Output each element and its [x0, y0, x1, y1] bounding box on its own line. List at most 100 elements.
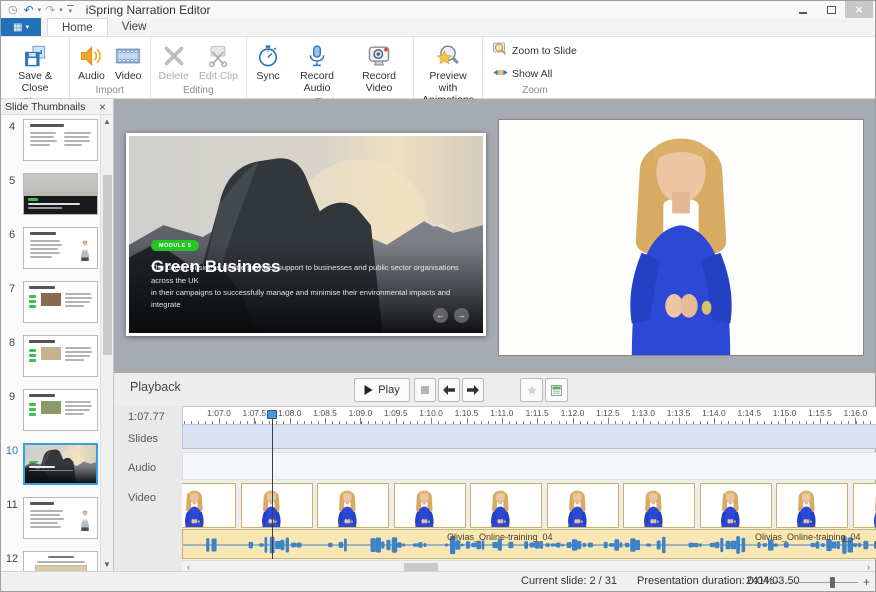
preview-with-animations-button[interactable]: Preview with Animations: [417, 40, 479, 108]
show-all-button[interactable]: Show All: [490, 64, 580, 84]
slide-thumbnail[interactable]: [23, 227, 98, 269]
zoom-level: 241%: [746, 575, 774, 587]
video-frame-thumbnail[interactable]: [700, 483, 772, 528]
slide-thumbnail[interactable]: [23, 173, 98, 215]
star-icon: [527, 385, 537, 395]
ruler-tick-label: 1:09.5: [384, 408, 408, 418]
next-button[interactable]: [462, 378, 484, 402]
slide-thumbnail-list: 4 5 67891011 12: [1, 115, 100, 571]
video-button[interactable]: Video: [110, 40, 147, 84]
slide-thumbnail[interactable]: [23, 443, 98, 485]
timeline: 1:07.01:07.51:08.01:08.51:09.01:09.51:10…: [182, 406, 876, 559]
video-frame-thumbnail[interactable]: [182, 483, 236, 528]
next-slide-icon[interactable]: →: [454, 308, 469, 323]
ruler-tick-label: 1:12.5: [596, 408, 620, 418]
video-frame-thumbnail[interactable]: [776, 483, 848, 528]
slide-thumbnail-item[interactable]: 6: [1, 223, 100, 277]
undo-dropdown-icon[interactable]: ▾: [38, 6, 42, 14]
minimize-button[interactable]: [789, 1, 817, 18]
playhead-handle[interactable]: [267, 410, 277, 419]
slide-thumbnail-item[interactable]: 11: [1, 493, 100, 547]
slide-thumbnails-header: Slide Thumbnails ×: [1, 99, 113, 115]
record-video-button[interactable]: Record Video: [348, 40, 410, 96]
edit-clip-button[interactable]: Edit Clip: [194, 40, 243, 84]
ribbon-tabs: ▦▾ Home View: [1, 19, 875, 37]
time-ruler[interactable]: 1:07.01:07.51:08.01:08.51:09.01:09.51:10…: [182, 406, 876, 424]
ruler-tick-label: 1:11.5: [526, 408, 549, 418]
slide-thumbnail[interactable]: [23, 497, 98, 539]
ruler-tick-label: 1:09.0: [349, 408, 373, 418]
ruler-tick-label: 1:10.0: [419, 408, 443, 418]
slide-number: 5: [3, 175, 21, 187]
window-title: iSpring Narration Editor: [86, 3, 211, 17]
slide-thumbnail-item[interactable]: 8: [1, 331, 100, 385]
audio-button[interactable]: Audio: [73, 40, 110, 84]
slide-thumbnail[interactable]: [23, 335, 98, 377]
play-icon: [364, 385, 373, 395]
slide-thumbnail-item[interactable]: 5: [1, 169, 100, 223]
zoom-to-slide-button[interactable]: Zoom to Slide: [490, 41, 580, 61]
zoom-slider-track[interactable]: [786, 582, 858, 583]
close-button[interactable]: ×: [845, 1, 873, 18]
slide-thumbnail-item[interactable]: 4: [1, 115, 100, 169]
chevron-down-icon: ▾: [25, 23, 29, 31]
slide-thumbnail[interactable]: [23, 119, 98, 161]
zoom-out-icon[interactable]: −: [774, 572, 781, 592]
video-frame-thumbnail[interactable]: [317, 483, 389, 528]
audio-track[interactable]: [182, 452, 876, 480]
record-audio-button[interactable]: Record Audio: [286, 40, 348, 96]
slide-thumbnail-item[interactable]: 7: [1, 277, 100, 331]
scroll-up-icon[interactable]: ▲: [101, 115, 113, 128]
video-frame-thumbnail[interactable]: [547, 483, 619, 528]
slide-notes-button[interactable]: [545, 378, 568, 402]
sidebar-scrollbar[interactable]: ▲ ▼: [100, 115, 113, 571]
zoom-in-icon[interactable]: +: [863, 572, 870, 592]
slide-thumbnail[interactable]: [23, 389, 98, 431]
slide-thumbnail[interactable]: [23, 551, 98, 571]
redo-icon[interactable]: ↷: [43, 3, 57, 17]
ruler-tick-label: 1:07.0: [207, 408, 231, 418]
video-frame-thumbnail[interactable]: [394, 483, 466, 528]
prev-slide-icon[interactable]: ←: [433, 308, 448, 323]
scroll-down-icon[interactable]: ▼: [101, 558, 113, 571]
video-frame-thumbnail[interactable]: [623, 483, 695, 528]
slide-number: 12: [3, 553, 21, 565]
video-track-filmstrip[interactable]: [182, 483, 876, 529]
customize-toolbar-icon[interactable]: ▾: [67, 5, 74, 15]
video-frame-thumbnail[interactable]: [853, 483, 876, 528]
sync-button[interactable]: Sync: [250, 40, 286, 84]
playhead-line: [272, 414, 273, 559]
maximize-button[interactable]: [817, 1, 845, 18]
timer-icon[interactable]: ◷: [6, 3, 20, 17]
delete-button[interactable]: Delete: [154, 40, 194, 84]
undo-icon[interactable]: ↶: [22, 3, 36, 17]
slide-thumbnail-item[interactable]: 12: [1, 547, 100, 571]
slide-nav: ← →: [433, 308, 469, 323]
video-frame-thumbnail[interactable]: [241, 483, 313, 528]
slide-thumbnail-item[interactable]: 9: [1, 385, 100, 439]
clip-name: Olivias_Online-training_04: [447, 532, 553, 542]
slides-track[interactable]: [182, 424, 876, 449]
play-button[interactable]: Play: [354, 378, 410, 402]
save-and-close-button[interactable]: Save & Close: [4, 40, 66, 96]
panel-close-icon[interactable]: ×: [96, 100, 109, 114]
video-frame-thumbnail[interactable]: [470, 483, 542, 528]
tab-view[interactable]: View: [108, 18, 161, 36]
previous-button[interactable]: [438, 378, 460, 402]
app-menu-button[interactable]: ▦▾: [1, 18, 41, 36]
slide-thumbnail[interactable]: [23, 281, 98, 323]
stop-icon: [421, 386, 429, 394]
zoom-slider-thumb[interactable]: [830, 577, 835, 588]
slide-preview[interactable]: MODULE 5 Green Business The Green Busine…: [126, 133, 486, 336]
slide-thumbnail-item[interactable]: 10: [1, 439, 100, 493]
marker-button[interactable]: [520, 378, 543, 402]
stop-button[interactable]: [414, 378, 436, 402]
sidebar-scroll-thumb[interactable]: [103, 175, 112, 355]
clip-name: Olivias_Online-training_04: [755, 532, 861, 542]
tab-home[interactable]: Home: [47, 18, 108, 36]
group-import: Audio Video Import: [70, 37, 151, 98]
app-window: ◷ ↶▾ ↷▾ ▾ iSpring Narration Editor × ▦▾ …: [0, 0, 876, 592]
video-narration-pane[interactable]: [498, 119, 864, 356]
video-audio-band[interactable]: Olivias_Online-training_04 Olivias_Onlin…: [182, 529, 876, 559]
redo-dropdown-icon[interactable]: ▾: [59, 6, 63, 14]
